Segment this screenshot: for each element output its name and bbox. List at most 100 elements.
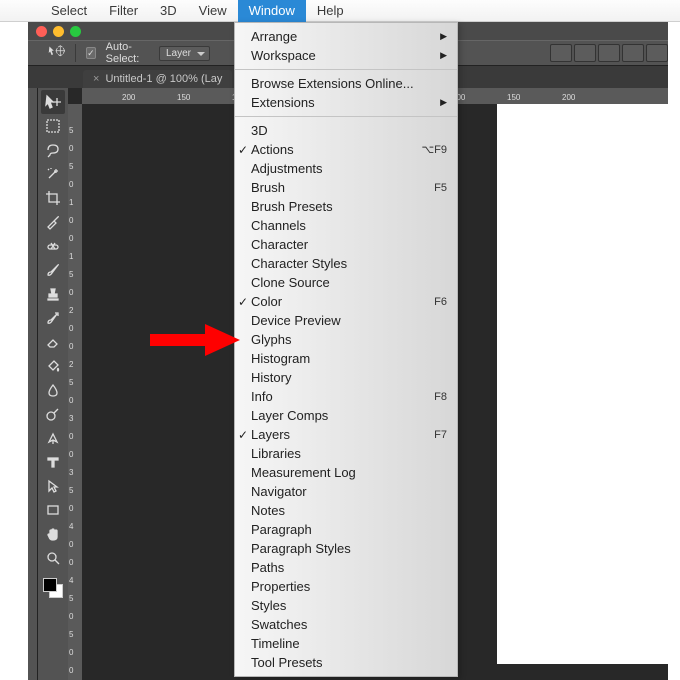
marquee-tool[interactable] (41, 114, 65, 138)
menu-item-label: Brush (251, 180, 285, 195)
menu-item-label: Character (251, 237, 308, 252)
menu-item-info[interactable]: InfoF8 (235, 387, 457, 406)
align-button[interactable] (574, 44, 596, 62)
menu-item-clone-source[interactable]: Clone Source (235, 273, 457, 292)
menu-item-notes[interactable]: Notes (235, 501, 457, 520)
menu-item-label: Brush Presets (251, 199, 333, 214)
close-icon[interactable] (36, 26, 47, 37)
menu-item-paragraph[interactable]: Paragraph (235, 520, 457, 539)
menu-view[interactable]: View (188, 0, 238, 22)
zoom-tool[interactable] (41, 546, 65, 570)
menu-item-color[interactable]: ✓ColorF6 (235, 292, 457, 311)
menu-item-label: History (251, 370, 291, 385)
menu-item-actions[interactable]: ✓Actions⌥F9 (235, 140, 457, 159)
document-page[interactable] (497, 104, 677, 664)
eyedropper-tool[interactable] (41, 210, 65, 234)
window-menu-dropdown: Arrange▶Workspace▶ Browse Extensions Onli… (234, 22, 458, 677)
menu-item-layers[interactable]: ✓LayersF7 (235, 425, 457, 444)
collapsed-panel-strip[interactable] (28, 88, 38, 680)
brush-tool[interactable] (41, 258, 65, 282)
menu-item-brush-presets[interactable]: Brush Presets (235, 197, 457, 216)
menu-item-label: Character Styles (251, 256, 347, 271)
menu-item-adjustments[interactable]: Adjustments (235, 159, 457, 178)
rectangle-tool[interactable] (41, 498, 65, 522)
layer-dropdown[interactable]: Layer (159, 46, 210, 61)
menu-item-device-preview[interactable]: Device Preview (235, 311, 457, 330)
align-buttons (550, 44, 668, 62)
align-button[interactable] (598, 44, 620, 62)
auto-select-checkbox[interactable]: ✓ (86, 47, 96, 59)
move-tool-icon (48, 45, 65, 61)
menu-item-arrange[interactable]: Arrange▶ (235, 27, 457, 46)
menu-window[interactable]: Window (238, 0, 306, 22)
submenu-arrow-icon: ▶ (440, 50, 447, 61)
menu-item-label: Browse Extensions Online... (251, 76, 414, 91)
menu-separator (235, 69, 457, 70)
menu-item-label: Layer Comps (251, 408, 328, 423)
checkmark-icon: ✓ (238, 143, 248, 157)
vertical-ruler[interactable]: 5050100150200250300350400450500 (68, 104, 82, 680)
menu-item-measurement-log[interactable]: Measurement Log (235, 463, 457, 482)
menu-item-browse-extensions-online-[interactable]: Browse Extensions Online... (235, 74, 457, 93)
menu-item-label: Info (251, 389, 273, 404)
menu-item-label: Glyphs (251, 332, 291, 347)
eraser-tool[interactable] (41, 330, 65, 354)
stamp-tool[interactable] (41, 282, 65, 306)
menu-item-histogram[interactable]: Histogram (235, 349, 457, 368)
crop-tool[interactable] (41, 186, 65, 210)
menu-item-label: Paragraph (251, 522, 312, 537)
pen-tool[interactable] (41, 426, 65, 450)
healing-tool[interactable] (41, 234, 65, 258)
menu-item-paragraph-styles[interactable]: Paragraph Styles (235, 539, 457, 558)
menu-help[interactable]: Help (306, 0, 355, 22)
menu-item-extensions[interactable]: Extensions▶ (235, 93, 457, 112)
menu-item-timeline[interactable]: Timeline (235, 634, 457, 653)
align-button[interactable] (622, 44, 644, 62)
align-button[interactable] (646, 44, 668, 62)
menu-item-3d[interactable]: 3D (235, 121, 457, 140)
menu-item-label: Timeline (251, 636, 300, 651)
menu-item-layer-comps[interactable]: Layer Comps (235, 406, 457, 425)
zoom-icon[interactable] (70, 26, 81, 37)
menu-filter[interactable]: Filter (98, 0, 149, 22)
paint-bucket-tool[interactable] (41, 354, 65, 378)
blur-tool[interactable] (41, 378, 65, 402)
type-tool[interactable] (41, 450, 65, 474)
minimize-icon[interactable] (53, 26, 64, 37)
menu-item-label: Adjustments (251, 161, 323, 176)
menu-item-navigator[interactable]: Navigator (235, 482, 457, 501)
menu-item-brush[interactable]: BrushF5 (235, 178, 457, 197)
menu-item-styles[interactable]: Styles (235, 596, 457, 615)
menu-item-label: Clone Source (251, 275, 330, 290)
menu-item-properties[interactable]: Properties (235, 577, 457, 596)
menu-item-libraries[interactable]: Libraries (235, 444, 457, 463)
foreground-color[interactable] (43, 578, 57, 592)
tools-panel (38, 88, 68, 680)
close-tab-icon[interactable]: × (93, 73, 99, 85)
move-tool[interactable] (41, 90, 65, 114)
dodge-tool[interactable] (41, 402, 65, 426)
menu-3d[interactable]: 3D (149, 0, 188, 22)
menu-item-label: Libraries (251, 446, 301, 461)
align-button[interactable] (550, 44, 572, 62)
menu-item-tool-presets[interactable]: Tool Presets (235, 653, 457, 672)
menu-item-swatches[interactable]: Swatches (235, 615, 457, 634)
menu-item-label: Extensions (251, 95, 315, 110)
menu-item-workspace[interactable]: Workspace▶ (235, 46, 457, 65)
menu-item-history[interactable]: History (235, 368, 457, 387)
wand-tool[interactable] (41, 162, 65, 186)
document-tab[interactable]: ×Untitled-1 @ 100% (Lay (83, 70, 232, 88)
menu-item-glyphs[interactable]: Glyphs (235, 330, 457, 349)
menu-item-paths[interactable]: Paths (235, 558, 457, 577)
menu-select[interactable]: Select (40, 0, 98, 22)
menu-item-label: Notes (251, 503, 285, 518)
menu-item-character-styles[interactable]: Character Styles (235, 254, 457, 273)
lasso-tool[interactable] (41, 138, 65, 162)
menu-item-character[interactable]: Character (235, 235, 457, 254)
path-select-tool[interactable] (41, 474, 65, 498)
menu-item-channels[interactable]: Channels (235, 216, 457, 235)
hand-tool[interactable] (41, 522, 65, 546)
history-brush-tool[interactable] (41, 306, 65, 330)
color-swatches[interactable] (43, 578, 63, 598)
shortcut-label: ⌥F9 (421, 143, 447, 156)
